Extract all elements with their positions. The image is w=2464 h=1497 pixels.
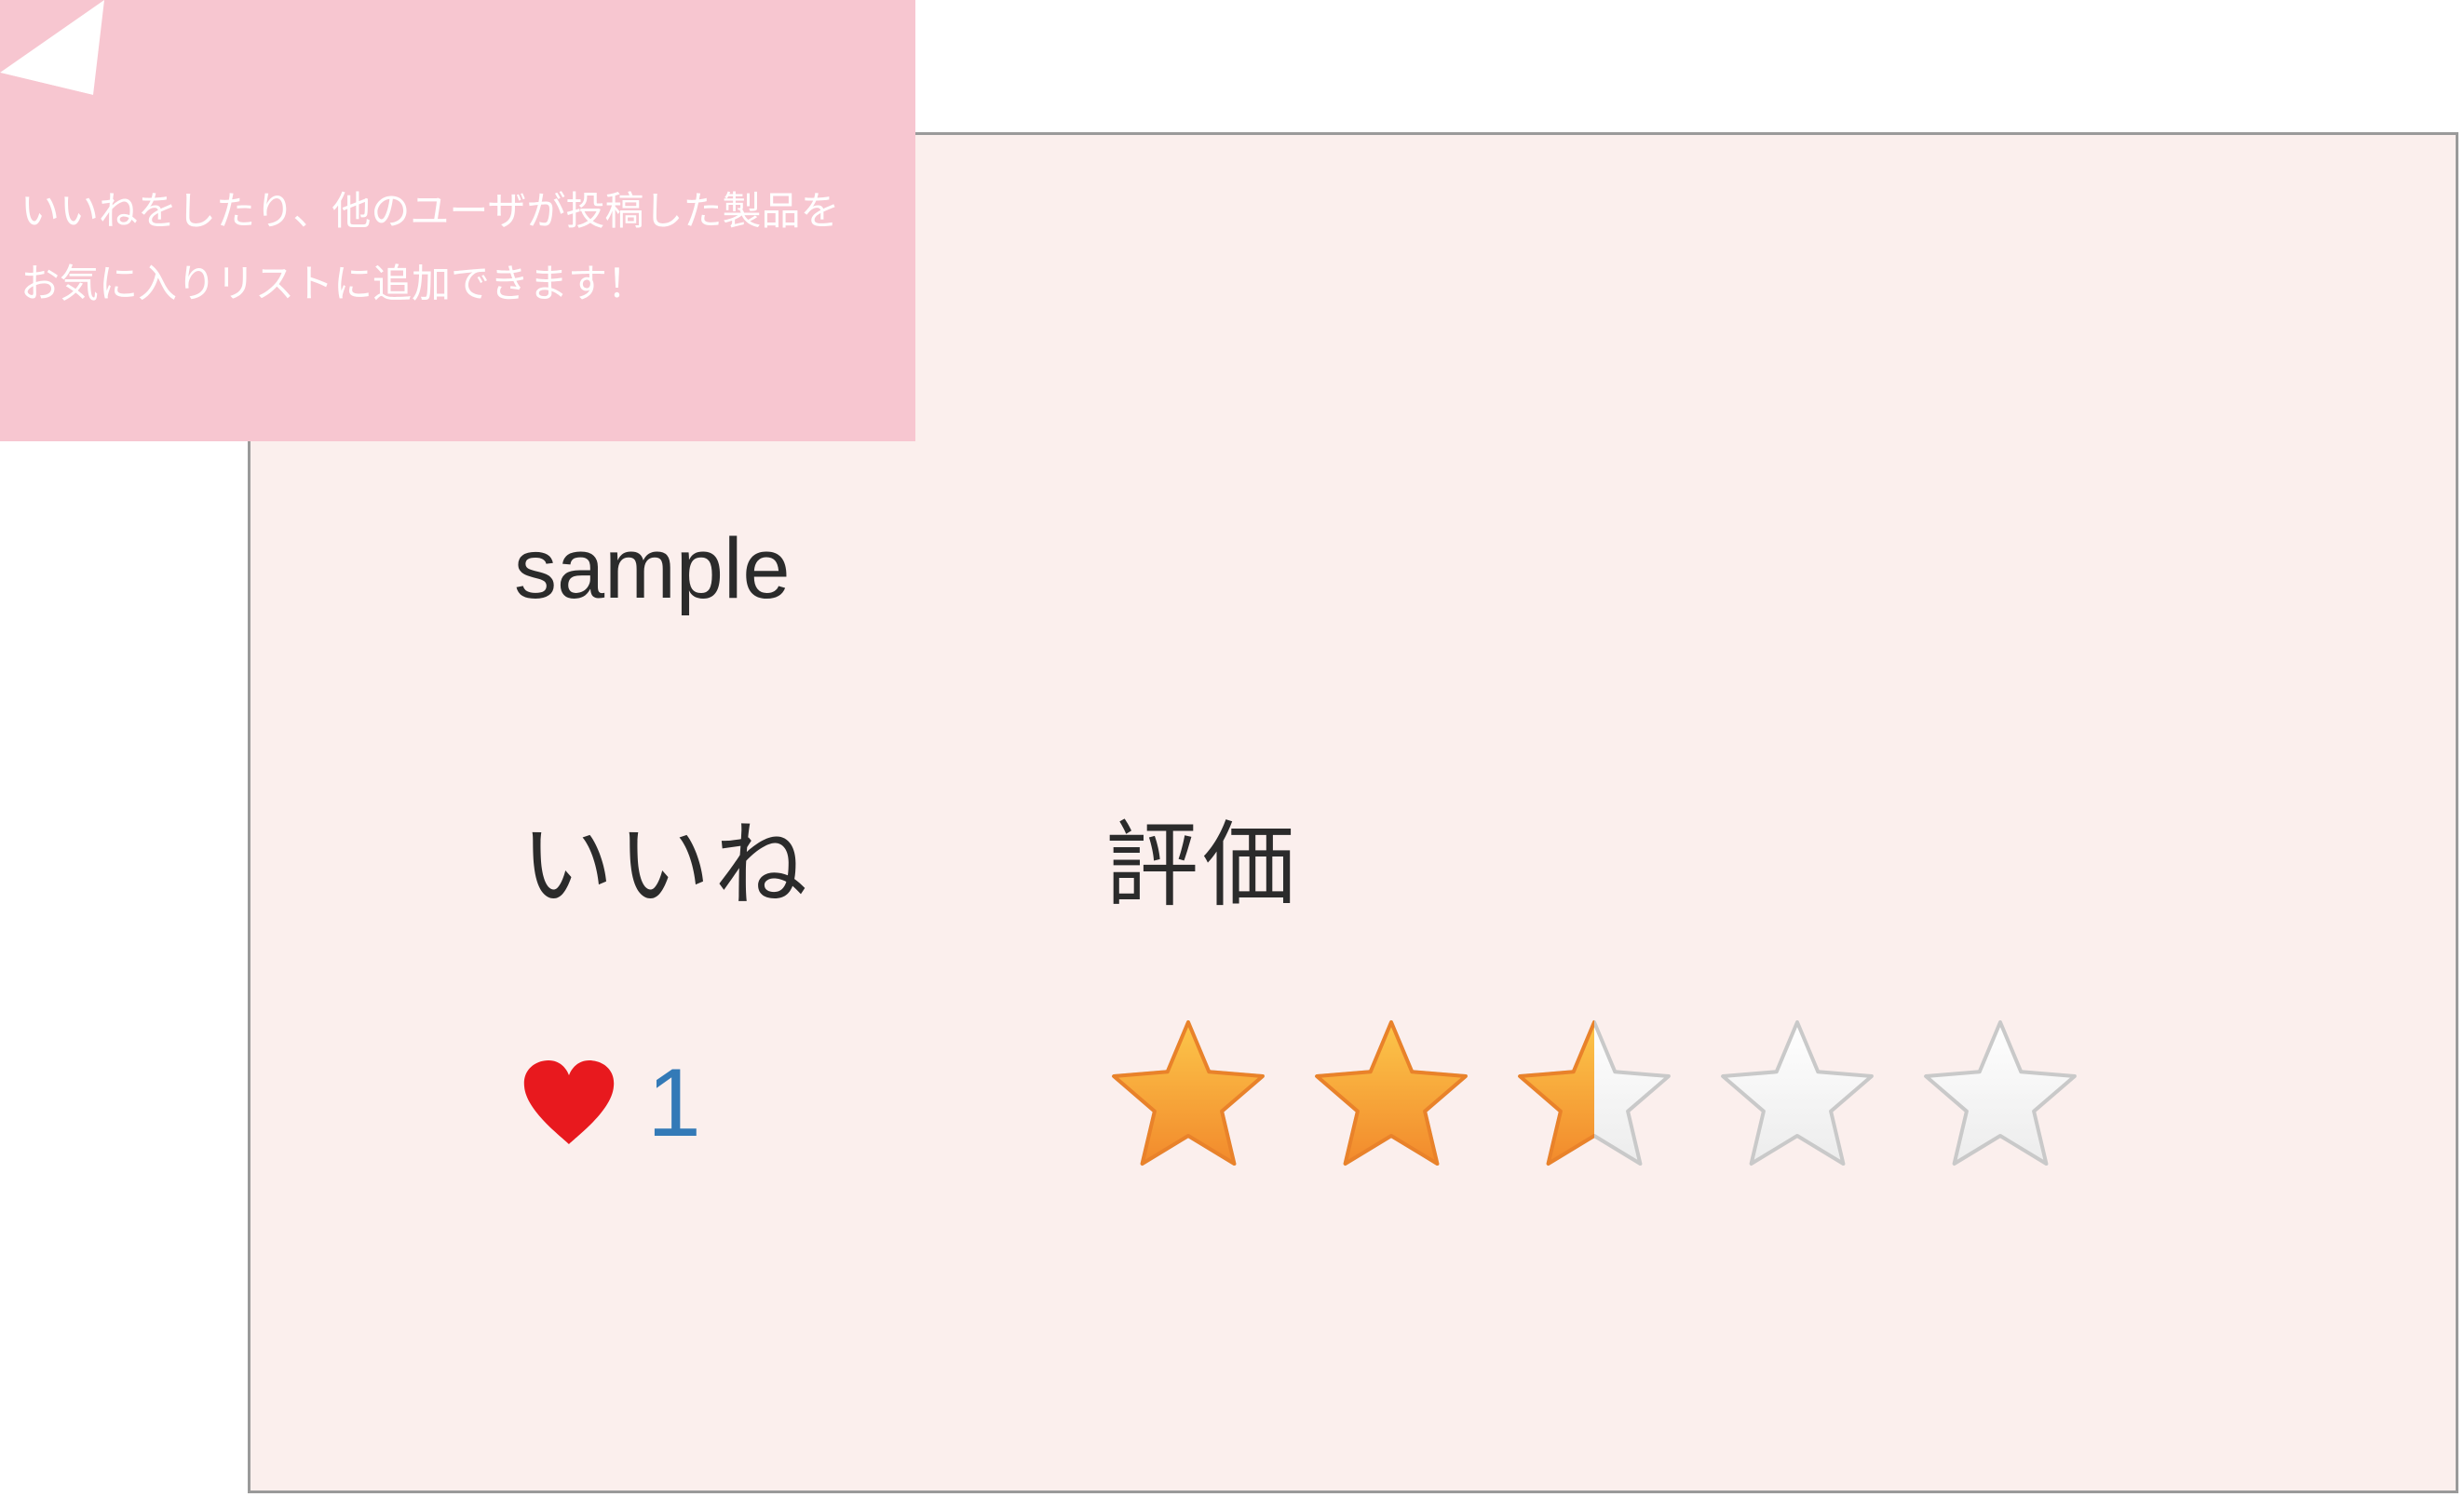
star-icon-5[interactable] bbox=[1917, 1015, 2083, 1175]
folded-corner-icon bbox=[0, 0, 104, 95]
like-count: 1 bbox=[647, 1049, 701, 1157]
star-empty-shape bbox=[1924, 1020, 2077, 1166]
star-filled-shape bbox=[1315, 1020, 1468, 1166]
star-icon-2[interactable] bbox=[1308, 1015, 1474, 1175]
star-rating bbox=[1105, 1015, 2083, 1175]
like-button[interactable]: 1 bbox=[521, 1033, 701, 1173]
rating-heading: 評価 bbox=[1105, 811, 1299, 920]
star-empty-shape bbox=[1721, 1020, 1874, 1166]
heart-icon bbox=[523, 1060, 615, 1144]
star-icon-4[interactable] bbox=[1714, 1015, 1880, 1175]
star-filled-shape bbox=[1112, 1020, 1265, 1166]
star-icon-1[interactable] bbox=[1105, 1015, 1271, 1175]
star-icon-3[interactable] bbox=[1511, 1015, 1677, 1175]
product-name: sample bbox=[514, 521, 791, 616]
like-heading: いいね bbox=[521, 811, 811, 920]
help-tooltip: いいねをしたり、他のユーザが投稿した製品を お気に入りリストに追加できます！ bbox=[0, 0, 915, 441]
tooltip-text: いいねをしたり、他のユーザが投稿した製品を お気に入りリストに追加できます！ bbox=[20, 188, 840, 306]
